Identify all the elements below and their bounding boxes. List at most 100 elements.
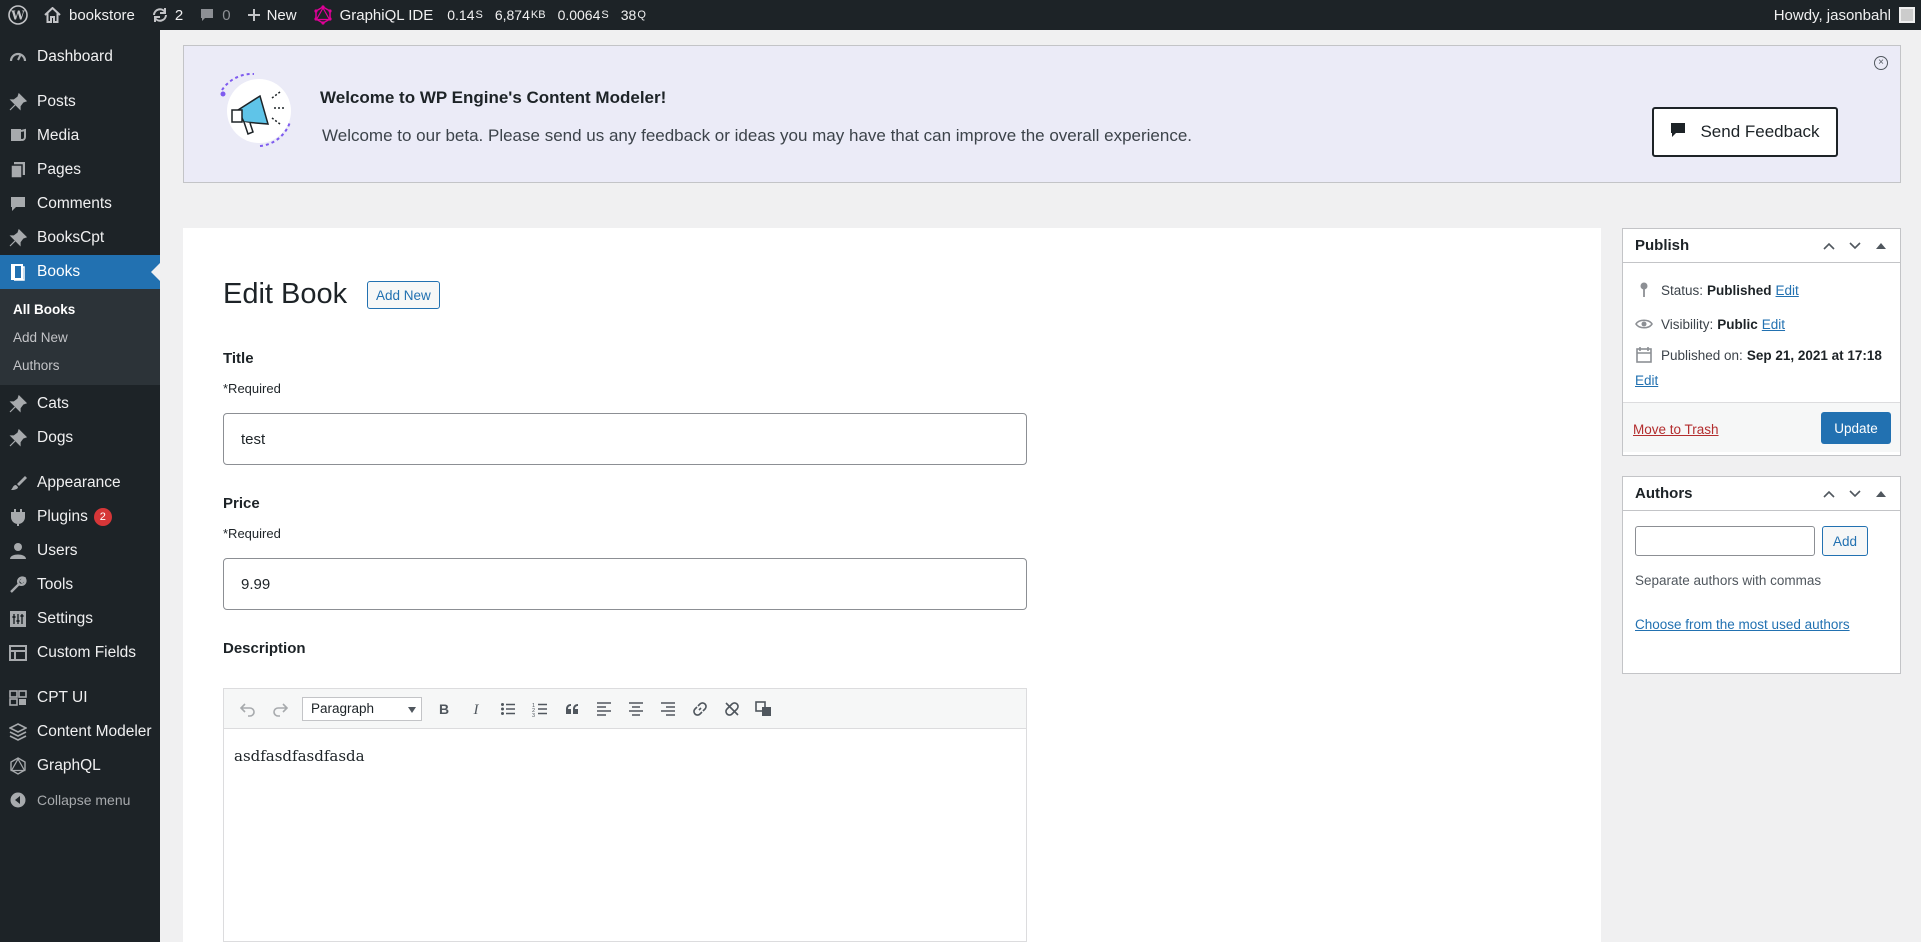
authors-box-header: Authors (1623, 477, 1900, 511)
authors-box: Authors Add Separate authors with commas… (1622, 476, 1901, 674)
site-name: bookstore (69, 6, 135, 24)
wordpress-logo-icon[interactable]: W (0, 0, 36, 30)
blockquote-icon[interactable] (556, 693, 588, 725)
undo-icon[interactable] (232, 693, 264, 725)
menu-settings-label: Settings (37, 610, 94, 627)
menu-content-modeler[interactable]: Content Modeler (0, 715, 160, 749)
update-button[interactable]: Update (1821, 412, 1891, 444)
redo-icon[interactable] (264, 693, 296, 725)
remove-link-icon[interactable] (716, 693, 748, 725)
italic-icon[interactable]: I (460, 693, 492, 725)
table-grid-icon (8, 643, 28, 663)
visibility-label: Visibility: (1661, 316, 1714, 332)
menu-graphql[interactable]: GraphQL (0, 749, 160, 783)
add-author-button[interactable]: Add (1822, 526, 1868, 556)
move-down-icon[interactable] (1842, 238, 1868, 254)
user-icon (8, 541, 28, 561)
move-down-icon[interactable] (1842, 486, 1868, 502)
align-right-icon[interactable] (652, 693, 684, 725)
page-title: Edit Book (223, 278, 348, 310)
stat-queries[interactable]: 38 Q (615, 0, 652, 30)
menu-tools-label: Tools (37, 576, 74, 593)
toolbar-toggle-icon[interactable] (748, 693, 780, 725)
menu-plugins[interactable]: Plugins 2 (0, 500, 160, 534)
format-select-value: Paragraph (311, 701, 375, 716)
menu-cats[interactable]: Cats (0, 387, 160, 421)
insert-link-icon[interactable] (684, 693, 716, 725)
menu-posts-label: Posts (37, 93, 76, 110)
edit-visibility-link[interactable]: Edit (1762, 317, 1785, 332)
menu-dashboard[interactable]: Dashboard (0, 40, 160, 74)
menu-pages[interactable]: Pages (0, 153, 160, 187)
send-feedback-label: Send Feedback (1700, 122, 1820, 141)
new-content-link[interactable]: New (239, 0, 305, 30)
stat-query-time-unit: S (601, 9, 609, 21)
dismiss-notice-icon[interactable]: × (1874, 56, 1888, 70)
bulleted-list-icon[interactable] (492, 693, 524, 725)
menu-posts[interactable]: Posts (0, 85, 160, 119)
menu-custom-fields[interactable]: Custom Fields (0, 636, 160, 670)
align-center-icon[interactable] (620, 693, 652, 725)
move-to-trash-link[interactable]: Move to Trash (1633, 422, 1719, 437)
edit-date-link[interactable]: Edit (1635, 373, 1658, 388)
submenu-authors[interactable]: Authors (0, 351, 160, 379)
collapse-menu-label: Collapse menu (37, 792, 131, 808)
menu-graphql-label: GraphQL (37, 757, 101, 774)
admin-bar: W bookstore 2 0 New GraphiQL IDE 0.14 S 6… (0, 0, 1921, 30)
menu-dogs[interactable]: Dogs (0, 421, 160, 455)
stat-memory-value: 6,874 (494, 7, 530, 23)
collapse-menu-button[interactable]: Collapse menu (0, 783, 160, 817)
move-up-icon[interactable] (1816, 238, 1842, 254)
submenu-all-books[interactable]: All Books (0, 295, 160, 323)
description-content[interactable]: asdfasdfasdfasda (224, 729, 1026, 783)
submenu-add-new[interactable]: Add New (0, 323, 160, 351)
pushpin-icon (8, 228, 28, 248)
menu-users[interactable]: Users (0, 534, 160, 568)
stat-query-time[interactable]: 0.0064 S (552, 0, 615, 30)
numbered-list-icon[interactable]: 123 (524, 693, 556, 725)
settings-sliders-icon (8, 609, 28, 629)
title-input[interactable]: test (223, 413, 1027, 465)
send-feedback-button[interactable]: Send Feedback (1652, 107, 1838, 157)
edit-status-link[interactable]: Edit (1776, 283, 1799, 298)
graphiql-ide-link[interactable]: GraphiQL IDE (305, 0, 442, 30)
add-new-button[interactable]: Add New (367, 281, 440, 309)
status-label: Status: (1661, 282, 1704, 298)
site-name-link[interactable]: bookstore (36, 0, 143, 30)
plugin-icon (8, 507, 28, 527)
authors-input[interactable] (1635, 526, 1815, 556)
menu-comments[interactable]: Comments (0, 187, 160, 221)
menu-books[interactable]: Books (0, 255, 160, 289)
move-up-icon[interactable] (1816, 486, 1842, 502)
updates-link[interactable]: 2 (143, 0, 191, 30)
toggle-panel-icon[interactable] (1868, 238, 1894, 254)
cpt-ui-icon (8, 688, 28, 708)
price-input[interactable]: 9.99 (223, 558, 1027, 610)
menu-bookscpt[interactable]: BooksCpt (0, 221, 160, 255)
menu-settings[interactable]: Settings (0, 602, 160, 636)
toggle-panel-icon[interactable] (1868, 486, 1894, 502)
menu-media-label: Media (37, 127, 80, 144)
format-select[interactable]: Paragraph (302, 696, 422, 721)
menu-cpt-ui[interactable]: CPT UI (0, 681, 160, 715)
bold-icon[interactable]: B (428, 693, 460, 725)
description-field-label: Description (223, 640, 306, 657)
notice-title: Welcome to WP Engine's Content Modeler! (320, 88, 667, 107)
published-on-value: Sep 21, 2021 at 17:18 (1746, 347, 1882, 363)
my-account-link[interactable]: Howdy, jasonbahl (1766, 0, 1921, 30)
stat-page-time[interactable]: 0.14 S (441, 0, 489, 30)
menu-media[interactable]: Media (0, 119, 160, 153)
stat-memory[interactable]: 6,874 KB (489, 0, 552, 30)
menu-tools[interactable]: Tools (0, 568, 160, 602)
comment-bubble-icon (199, 7, 215, 23)
graphql-logo-icon (313, 5, 333, 25)
published-on-label: Published on: (1661, 347, 1743, 363)
graphiql-label: GraphiQL IDE (339, 6, 434, 24)
menu-books-label: Books (37, 263, 81, 280)
choose-most-used-authors-link[interactable]: Choose from the most used authors (1635, 617, 1850, 632)
comments-link[interactable]: 0 (191, 0, 238, 30)
align-left-icon[interactable] (588, 693, 620, 725)
menu-appearance[interactable]: Appearance (0, 466, 160, 500)
published-on-row: Published on: Sep 21, 2021 at 17:18 (1623, 341, 1900, 369)
svg-text:3: 3 (532, 713, 535, 717)
